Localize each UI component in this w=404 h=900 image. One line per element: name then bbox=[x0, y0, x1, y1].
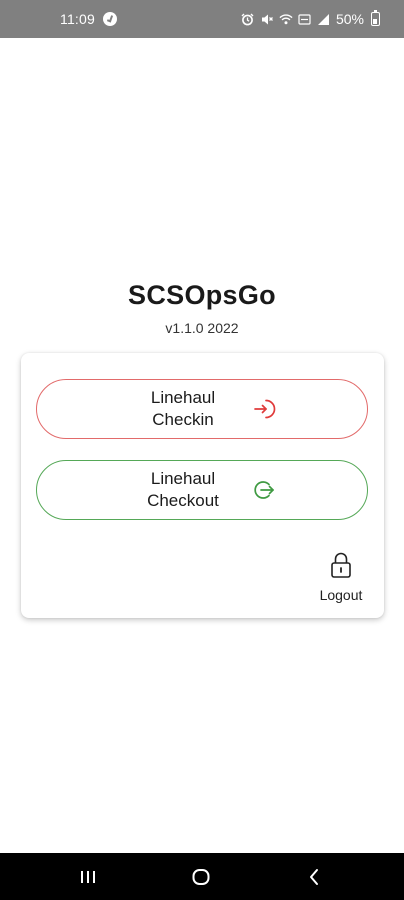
linehaul-checkin-button[interactable]: Linehaul Checkin bbox=[36, 379, 368, 439]
notification-icon bbox=[103, 12, 117, 26]
actions-card: Linehaul Checkin Linehaul Checkout Logou… bbox=[21, 353, 384, 618]
checkin-label-line1: Linehaul bbox=[150, 388, 216, 407]
logout-button[interactable]: Logout bbox=[316, 551, 366, 603]
app-title: SCSOpsGo bbox=[128, 280, 276, 310]
mute-icon bbox=[260, 12, 274, 26]
navigation-bar bbox=[0, 853, 404, 900]
back-button[interactable] bbox=[302, 865, 326, 889]
checkin-label: Linehaul Checkin bbox=[128, 387, 238, 431]
signal-icon bbox=[317, 12, 331, 26]
linehaul-checkout-button[interactable]: Linehaul Checkout bbox=[36, 460, 368, 520]
logout-arrow-icon bbox=[252, 478, 276, 502]
alarm-icon bbox=[241, 12, 255, 26]
status-time: 11:09 bbox=[60, 11, 95, 27]
status-bar: 11:09 50% bbox=[0, 0, 404, 38]
lock-icon bbox=[329, 551, 353, 584]
home-icon bbox=[192, 869, 210, 885]
checkout-label-line2: Checkout bbox=[147, 491, 219, 510]
battery-percent: 50% bbox=[335, 11, 364, 27]
wifi-icon bbox=[279, 12, 293, 26]
status-left: 11:09 bbox=[60, 11, 117, 27]
checkin-label-line2: Checkin bbox=[152, 410, 214, 429]
recent-apps-icon bbox=[81, 871, 95, 883]
recent-apps-button[interactable] bbox=[76, 865, 100, 889]
login-icon bbox=[252, 397, 276, 421]
back-icon bbox=[310, 869, 318, 885]
home-button[interactable] bbox=[189, 865, 213, 889]
battery-icon bbox=[371, 10, 380, 26]
checkout-label: Linehaul Checkout bbox=[128, 468, 238, 512]
checkout-label-line1: Linehaul bbox=[150, 469, 216, 488]
status-right: 50% bbox=[241, 10, 380, 27]
volte-icon bbox=[298, 12, 312, 26]
app-version: v1.1.0 2022 bbox=[165, 320, 239, 336]
logout-label: Logout bbox=[319, 587, 363, 603]
